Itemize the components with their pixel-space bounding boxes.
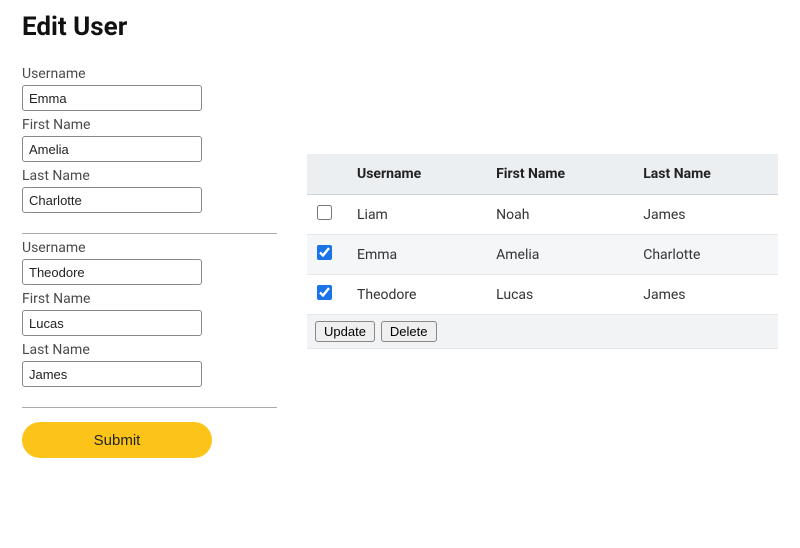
user-field-group-0: Username First Name Last Name xyxy=(22,66,277,234)
table-header-firstname: First Name xyxy=(486,154,633,195)
cell-firstname: Lucas xyxy=(486,275,633,315)
table-header-checkbox xyxy=(307,154,347,195)
user-table-panel: Username First Name Last Name Liam Noah … xyxy=(307,154,778,349)
row-checkbox[interactable] xyxy=(317,205,332,220)
table-header-lastname: Last Name xyxy=(633,154,778,195)
username-input[interactable] xyxy=(22,259,202,285)
cell-lastname: James xyxy=(633,275,778,315)
table-action-bar: Update Delete xyxy=(307,314,778,349)
cell-lastname: Charlotte xyxy=(633,235,778,275)
username-input[interactable] xyxy=(22,85,202,111)
cell-username: Liam xyxy=(347,195,486,235)
username-label: Username xyxy=(22,66,277,82)
edit-form: Username First Name Last Name Username F… xyxy=(22,66,277,458)
user-table: Username First Name Last Name Liam Noah … xyxy=(307,154,778,314)
table-row: Emma Amelia Charlotte xyxy=(307,235,778,275)
username-label: Username xyxy=(22,240,277,256)
lastname-input[interactable] xyxy=(22,361,202,387)
lastname-input[interactable] xyxy=(22,187,202,213)
update-button[interactable]: Update xyxy=(315,321,375,342)
firstname-label: First Name xyxy=(22,117,277,133)
row-checkbox[interactable] xyxy=(317,285,332,300)
table-row: Liam Noah James xyxy=(307,195,778,235)
cell-firstname: Amelia xyxy=(486,235,633,275)
lastname-label: Last Name xyxy=(22,168,277,184)
delete-button[interactable]: Delete xyxy=(381,321,437,342)
table-row: Theodore Lucas James xyxy=(307,275,778,315)
row-checkbox[interactable] xyxy=(317,245,332,260)
table-header-username: Username xyxy=(347,154,486,195)
cell-lastname: James xyxy=(633,195,778,235)
cell-username: Theodore xyxy=(347,275,486,315)
firstname-input[interactable] xyxy=(22,310,202,336)
lastname-label: Last Name xyxy=(22,342,277,358)
submit-button[interactable]: Submit xyxy=(22,422,212,458)
firstname-label: First Name xyxy=(22,291,277,307)
user-field-group-1: Username First Name Last Name xyxy=(22,240,277,408)
firstname-input[interactable] xyxy=(22,136,202,162)
cell-firstname: Noah xyxy=(486,195,633,235)
page-title: Edit User xyxy=(22,12,778,42)
cell-username: Emma xyxy=(347,235,486,275)
